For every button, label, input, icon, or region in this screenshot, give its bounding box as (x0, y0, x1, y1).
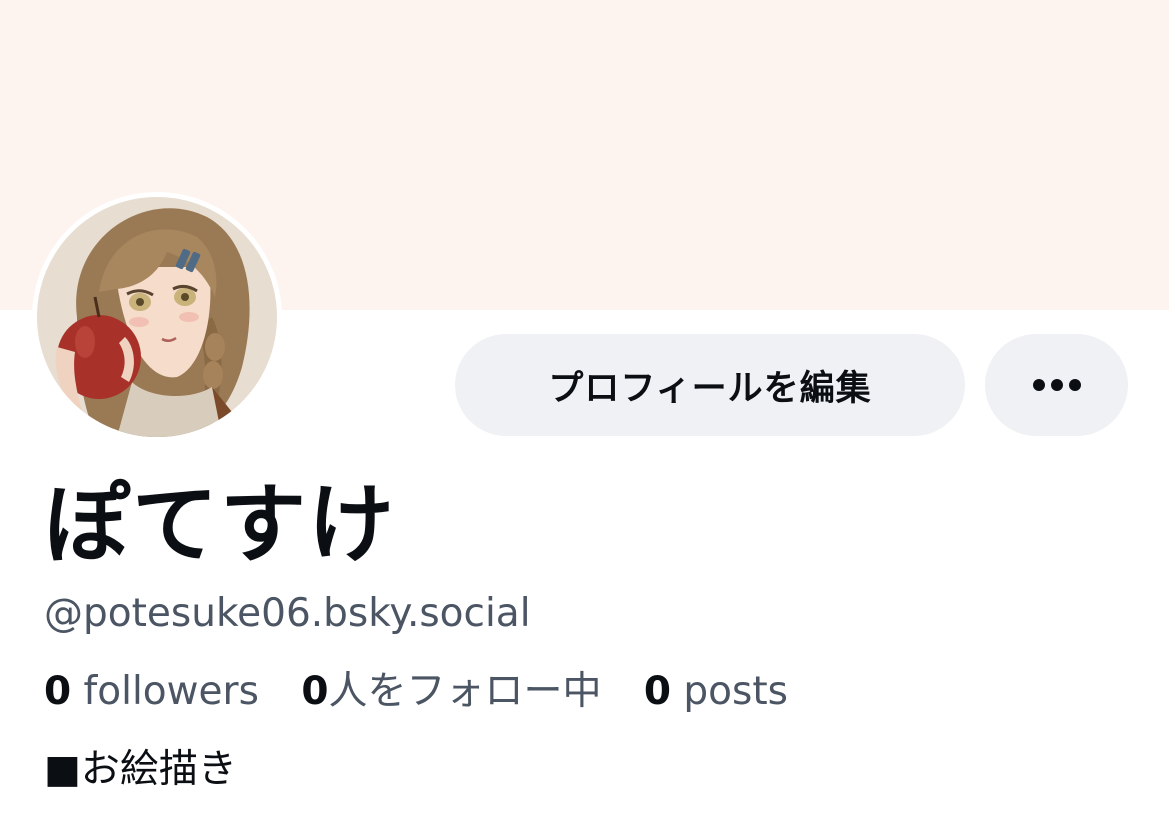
profile-stats: 0 followers 0人をフォロー中 0 posts (44, 666, 818, 718)
avatar[interactable] (32, 192, 282, 442)
posts-stat: 0 posts (644, 666, 788, 718)
posts-count: 0 (643, 669, 672, 714)
profile-handle: @potesuke06.bsky.social (44, 591, 531, 636)
profile-bio: ■お絵描き (44, 747, 237, 792)
following-stat[interactable]: 0人をフォロー中 (301, 666, 601, 718)
edit-profile-button[interactable]: プロフィールを編集 (455, 334, 965, 436)
more-options-button[interactable] (985, 334, 1128, 436)
following-count: 0 (301, 669, 329, 714)
ellipsis-icon (1032, 379, 1081, 391)
followers-label: followers (71, 669, 259, 714)
posts-label: posts (671, 669, 788, 714)
following-label: 人をフォロー中 (328, 669, 602, 714)
display-name: ぽてすけ (44, 475, 396, 575)
followers-count: 0 (44, 669, 72, 714)
avatar-illustration (37, 197, 277, 437)
followers-stat[interactable]: 0 followers (44, 666, 259, 718)
